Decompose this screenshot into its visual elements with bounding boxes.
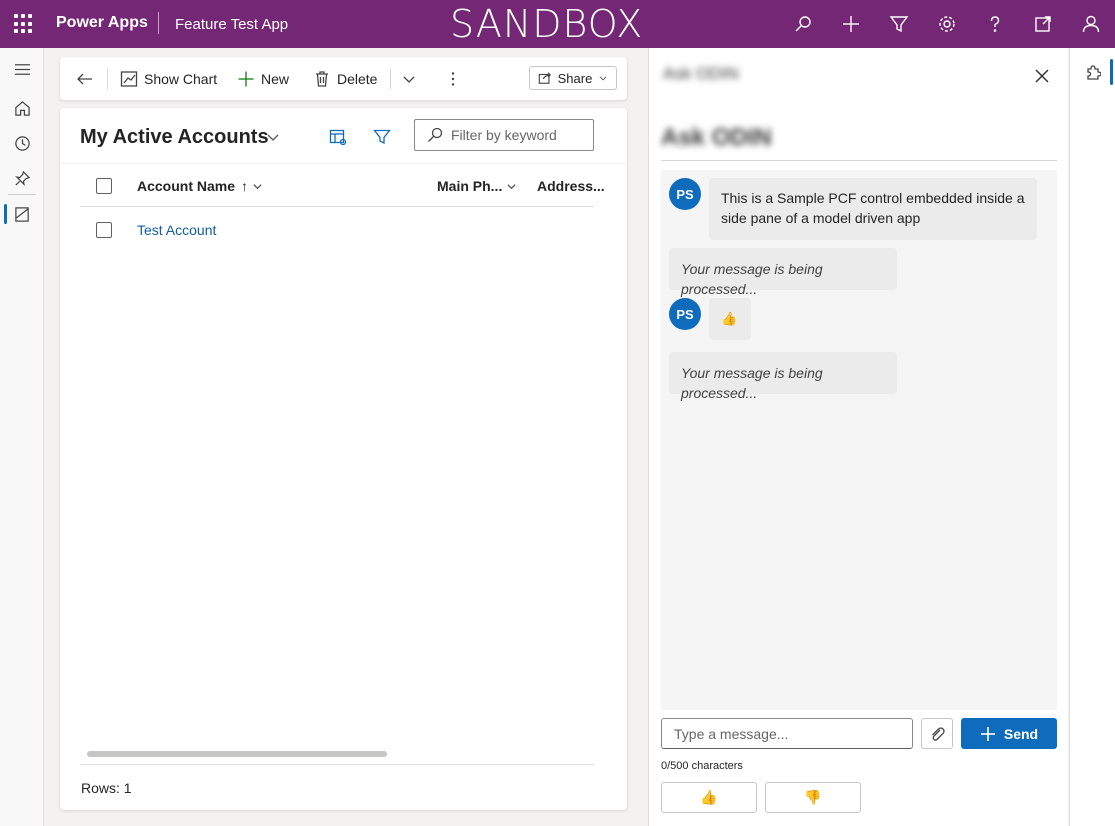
filter-input[interactable] — [451, 127, 591, 143]
chat-messages-area: PS This is a Sample PCF control embedded… — [661, 170, 1057, 710]
rail-active-indicator — [1110, 59, 1113, 85]
view-selector[interactable]: My Active Accounts — [80, 126, 269, 149]
search-icon[interactable] — [791, 12, 815, 36]
chat-message: This is a Sample PCF control embedded in… — [709, 178, 1037, 240]
pane-title: Ask ODIN — [661, 124, 772, 151]
thumbs-down-button[interactable]: 👎 — [765, 782, 861, 813]
column-header-main-phone[interactable]: Main Ph... — [437, 178, 517, 194]
nav-active-indicator — [4, 204, 7, 224]
gear-icon[interactable] — [935, 12, 959, 36]
home-icon[interactable] — [11, 97, 33, 119]
chart-icon — [120, 70, 138, 87]
edit-filters-icon[interactable] — [373, 128, 393, 148]
new-label: New — [261, 70, 290, 87]
delete-button[interactable]: Delete — [313, 57, 377, 100]
search-icon — [428, 127, 443, 142]
sort-ascending-icon: ↑ — [241, 178, 249, 194]
pin-icon[interactable] — [11, 167, 33, 189]
help-icon[interactable] — [983, 12, 1007, 36]
command-divider — [107, 69, 108, 89]
close-icon[interactable] — [1032, 66, 1052, 86]
share-label: Share — [557, 70, 593, 86]
side-pane: Ask ODIN Ask ODIN PS This is a Sample PC… — [648, 48, 1068, 826]
plus-icon — [980, 726, 995, 741]
edit-columns-icon[interactable] — [329, 128, 349, 148]
puzzle-icon[interactable] — [1083, 62, 1103, 82]
thumbs-up-icon: 👍 — [700, 789, 718, 805]
chevron-down-icon — [599, 76, 607, 81]
top-bar: Power Apps Feature Test App SANDBOX — [0, 0, 1115, 48]
overflow-button[interactable] — [444, 57, 468, 100]
app-launcher-icon[interactable] — [14, 14, 34, 34]
message-input-field[interactable] — [661, 718, 913, 749]
nav-divider — [8, 194, 36, 195]
right-rail — [1069, 48, 1115, 826]
grid-panel: My Active Accounts Account Name ↑ Main P… — [60, 108, 627, 810]
footer-divider — [80, 764, 594, 765]
header-divider — [60, 163, 627, 164]
pane-header-title: Ask ODIN — [663, 64, 739, 83]
app-name[interactable]: Feature Test App — [175, 16, 288, 33]
filter-icon[interactable] — [887, 12, 911, 36]
left-navigation — [0, 48, 44, 826]
filter-by-keyword-field[interactable] — [414, 119, 594, 151]
processing-status: Your message is being processed... — [669, 352, 897, 401]
back-button[interactable] — [76, 57, 100, 100]
account-name-link[interactable]: Test Account — [137, 222, 216, 238]
processing-status: Your message is being processed... — [669, 248, 897, 297]
horizontal-scrollbar[interactable] — [87, 751, 387, 757]
chevron-down-icon — [507, 183, 516, 189]
paperclip-icon — [932, 726, 945, 741]
column-label: Account Name — [137, 178, 236, 194]
avatar: PS — [669, 298, 701, 330]
chevron-down-icon — [403, 76, 415, 83]
send-label: Send — [1003, 725, 1039, 742]
character-count: 0/500 characters — [661, 760, 743, 772]
brand-separator — [158, 12, 159, 34]
brand-name[interactable]: Power Apps — [56, 14, 148, 32]
plus-icon[interactable] — [839, 12, 863, 36]
rows-count: Rows: 1 — [81, 780, 132, 796]
row-checkbox[interactable] — [96, 222, 112, 238]
column-header-account-name[interactable]: Account Name ↑ — [137, 178, 263, 194]
chevron-down-icon[interactable] — [266, 130, 282, 146]
column-header-address[interactable]: Address... — [537, 178, 605, 194]
hamburger-icon[interactable] — [11, 58, 33, 80]
thumbs-up-button[interactable]: 👍 — [661, 782, 757, 813]
show-chart-button[interactable]: Show Chart — [120, 57, 217, 100]
chat-message: 👍 — [709, 298, 751, 340]
show-chart-label: Show Chart — [144, 70, 218, 87]
trash-icon — [316, 70, 328, 87]
plus-icon — [238, 71, 254, 86]
select-all-checkbox[interactable] — [96, 178, 112, 194]
entity-icon[interactable] — [11, 203, 33, 225]
column-label: Main Ph... — [437, 178, 503, 194]
column-label: Address... — [537, 178, 605, 194]
delete-label: Delete — [337, 70, 378, 87]
more-commands-dropdown[interactable] — [400, 57, 424, 100]
person-icon[interactable] — [1079, 12, 1103, 36]
command-divider — [390, 69, 391, 89]
avatar: PS — [669, 178, 701, 210]
message-input[interactable] — [674, 725, 904, 742]
new-button[interactable]: New — [237, 57, 289, 100]
share-button[interactable]: Share — [529, 66, 617, 90]
environment-label: SANDBOX — [450, 2, 644, 46]
attach-button[interactable] — [921, 718, 953, 749]
thumbs-down-icon: 👎 — [804, 789, 822, 805]
row-divider — [80, 206, 594, 207]
command-bar: Show Chart New Delete Share — [60, 57, 627, 100]
share-icon — [538, 72, 551, 84]
send-button[interactable]: Send — [961, 718, 1057, 749]
pane-divider — [661, 160, 1057, 161]
chevron-down-icon — [253, 183, 262, 189]
more-vertical-icon — [451, 71, 455, 86]
recent-icon[interactable] — [11, 132, 33, 154]
back-arrow-icon — [77, 73, 92, 84]
popout-icon[interactable] — [1031, 12, 1055, 36]
